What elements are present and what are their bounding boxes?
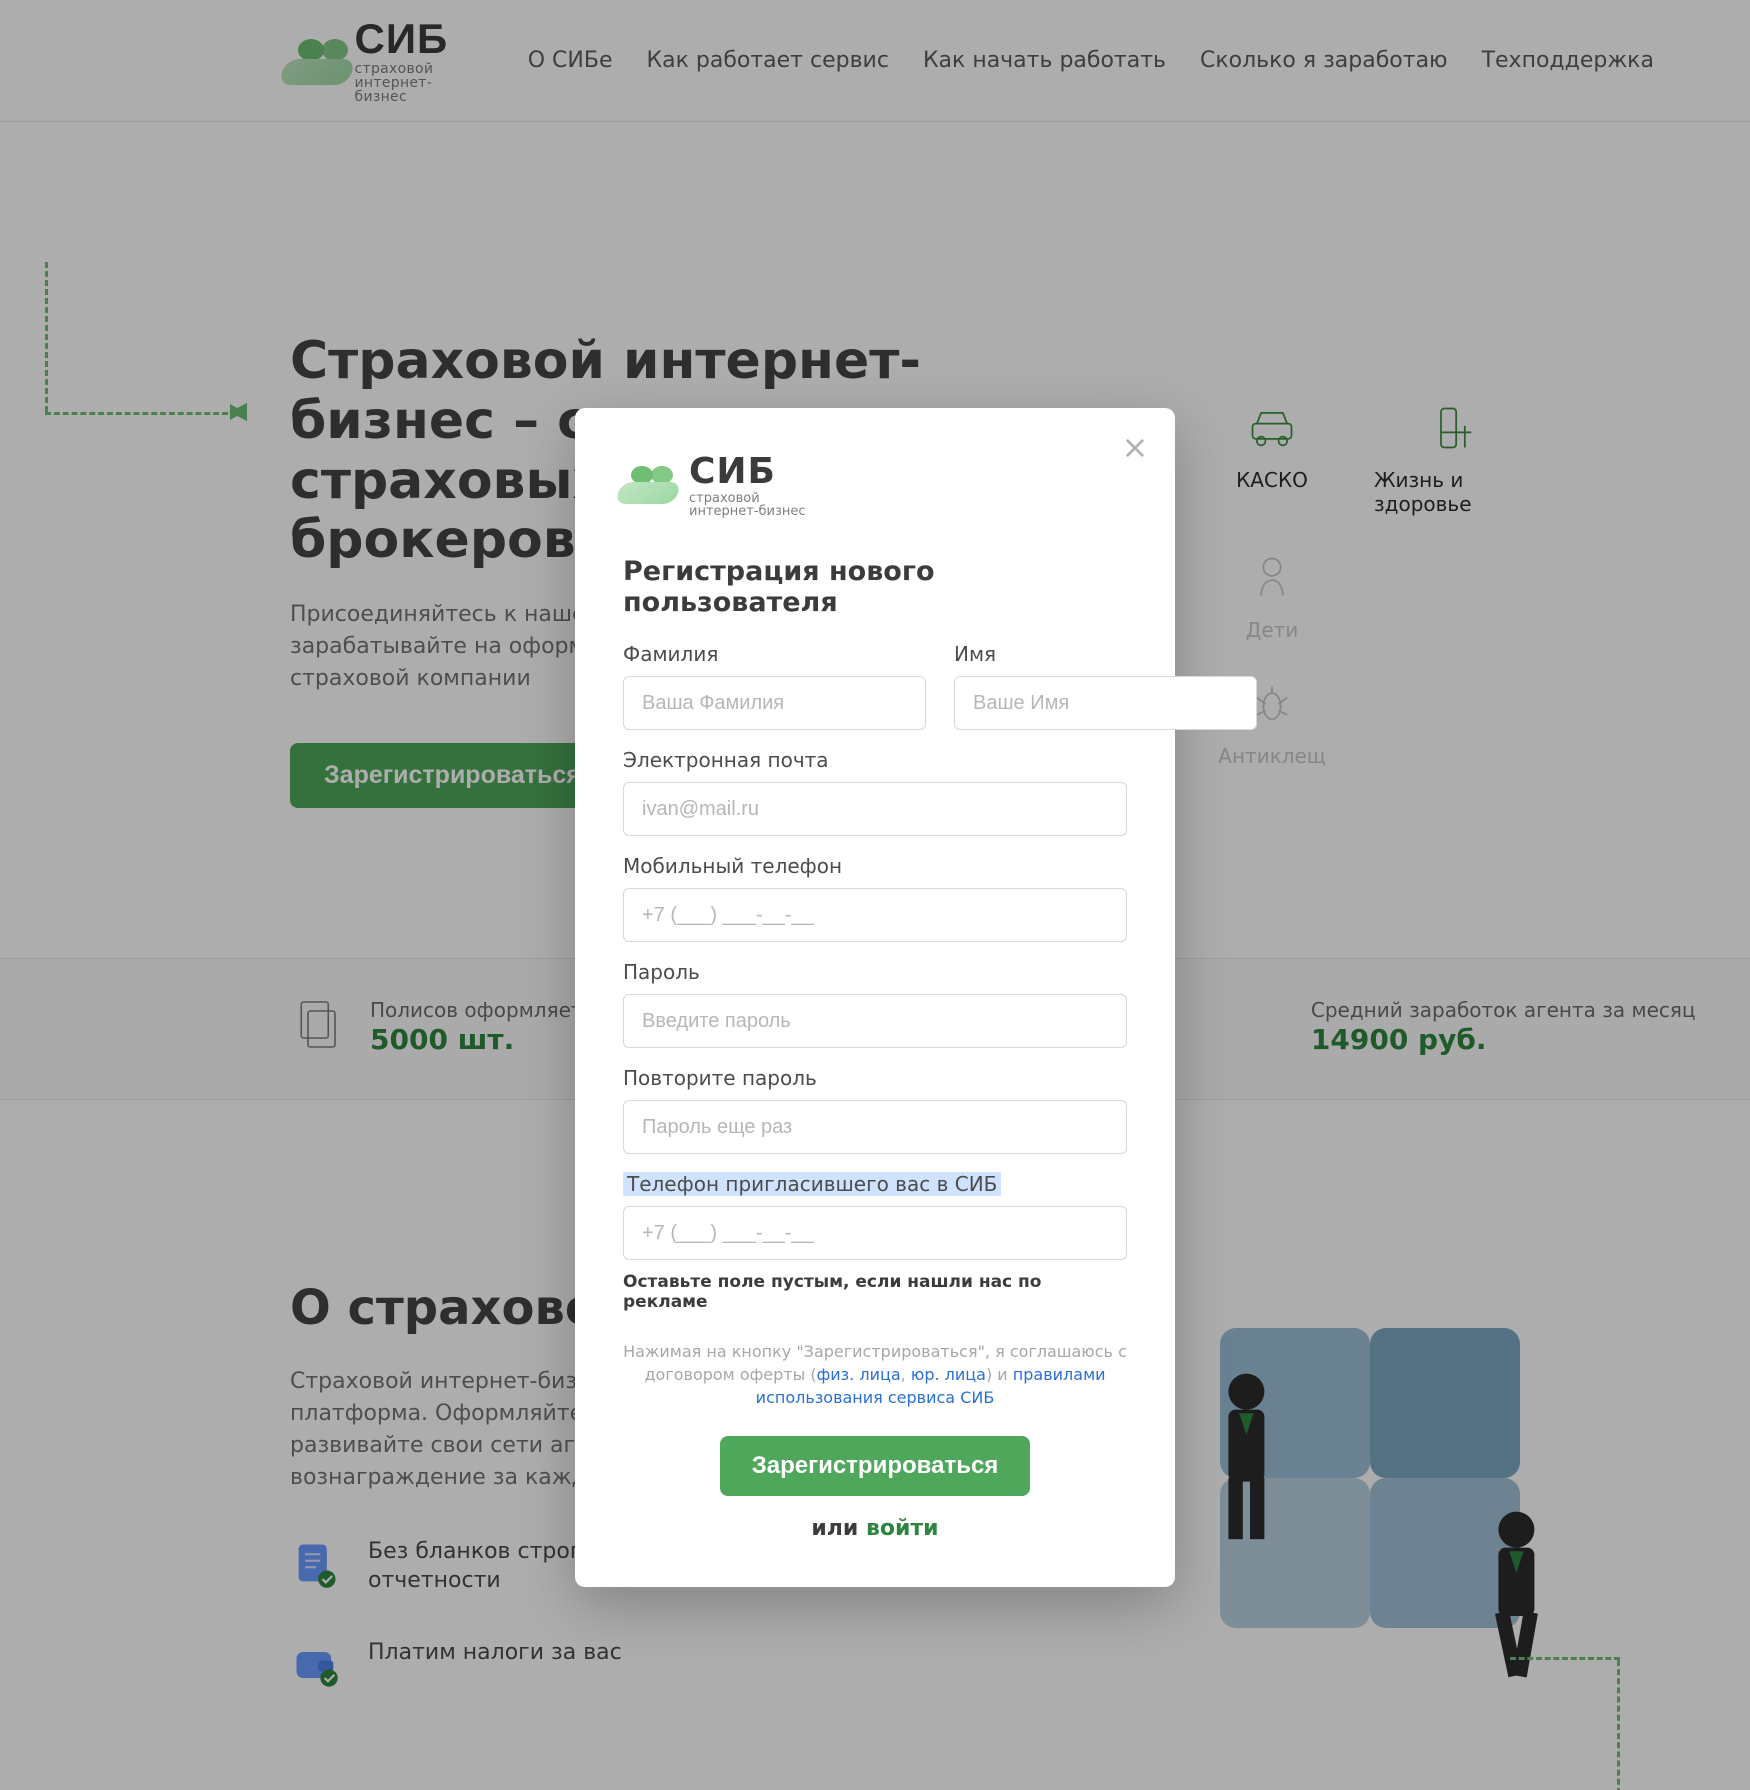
firstname-field: Имя (954, 642, 1257, 730)
lastname-label: Фамилия (623, 642, 926, 666)
password-field: Пароль (623, 960, 1127, 1048)
consent-link-legal[interactable]: юр. лица (911, 1365, 986, 1384)
refphone-field: Телефон пригласившего вас в СИБ (623, 1172, 1127, 1260)
modal-logo-tagline: страховой интернет-бизнес (689, 492, 806, 518)
password2-field: Повторите пароль (623, 1066, 1127, 1154)
consent-comma: , (901, 1365, 911, 1384)
consent-text: Нажимая на кнопку "Зарегистрироваться", … (623, 1340, 1127, 1410)
firstname-input[interactable] (954, 676, 1257, 730)
refphone-hint: Оставьте поле пустым, если нашли нас по … (623, 1272, 1127, 1312)
phone-input[interactable] (623, 888, 1127, 942)
modal-title: Регистрация нового пользователя (623, 556, 1127, 618)
lastname-field: Фамилия (623, 642, 926, 730)
login-link[interactable]: войти (866, 1516, 939, 1541)
email-label: Электронная почта (623, 748, 1127, 772)
password2-label: Повторите пароль (623, 1066, 1127, 1090)
password2-input[interactable] (623, 1100, 1127, 1154)
password-label: Пароль (623, 960, 1127, 984)
refphone-input[interactable] (623, 1206, 1127, 1260)
logo-mark-icon (623, 466, 673, 506)
modal-register-button[interactable]: Зарегистрироваться (720, 1436, 1031, 1496)
modal-logo-brand: СИБ (689, 454, 806, 490)
email-field: Электронная почта (623, 748, 1127, 836)
email-input[interactable] (623, 782, 1127, 836)
modal-logo: СИБ страховой интернет-бизнес (623, 454, 1127, 518)
register-modal: СИБ страховой интернет-бизнес Регистраци… (575, 408, 1175, 1587)
firstname-label: Имя (954, 642, 1257, 666)
or-login: или войти (623, 1516, 1127, 1541)
phone-field: Мобильный телефон (623, 854, 1127, 942)
consent-link-individual[interactable]: физ. лица (817, 1365, 901, 1384)
consent-mid: ) и (986, 1365, 1013, 1384)
close-icon[interactable] (1121, 434, 1149, 462)
password-input[interactable] (623, 994, 1127, 1048)
modal-overlay[interactable]: СИБ страховой интернет-бизнес Регистраци… (0, 0, 1750, 1790)
refphone-label: Телефон пригласившего вас в СИБ (623, 1172, 1001, 1196)
phone-label: Мобильный телефон (623, 854, 1127, 878)
lastname-input[interactable] (623, 676, 926, 730)
or-text: или (811, 1516, 866, 1541)
